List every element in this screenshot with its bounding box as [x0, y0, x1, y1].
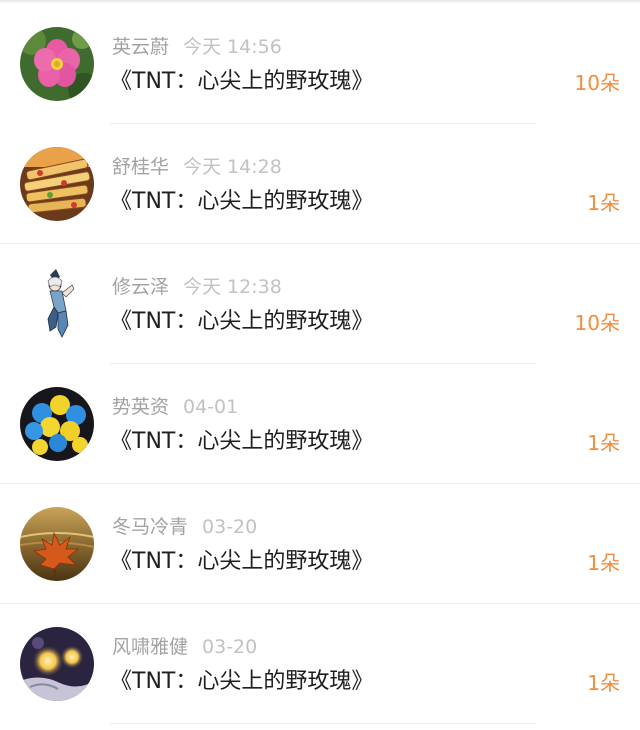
list-item[interactable]: 势英资 04-01 《TNT：心尖上的野玫瑰》 1朵 [0, 364, 640, 484]
list-item[interactable]: 舒桂华 今天 14:28 《TNT：心尖上的野玫瑰》 1朵 [0, 124, 640, 244]
avatar[interactable] [20, 267, 94, 341]
flower-count: 1朵 [587, 431, 620, 455]
book-title[interactable]: 《TNT：心尖上的野玫瑰》 [110, 305, 373, 339]
list-item[interactable]: 修云泽 今天 12:38 《TNT：心尖上的野玫瑰》 10朵 [0, 244, 640, 364]
balloons-avatar-image [20, 387, 94, 461]
username[interactable]: 修云泽 [112, 276, 169, 298]
food-avatar-image [20, 147, 94, 221]
flower-count: 1朵 [587, 551, 620, 575]
timestamp: 04-01 [183, 396, 239, 418]
record-meta: 风啸雅健 03-20 [112, 634, 257, 660]
list-item[interactable]: 冬马冷青 03-20 《TNT：心尖上的野玫瑰》 1朵 [0, 484, 640, 604]
avatar[interactable] [20, 147, 94, 221]
night-lights-avatar-image [20, 627, 94, 701]
timestamp: 今天 14:56 [183, 36, 282, 58]
list-item[interactable]: 风啸雅健 03-20 《TNT：心尖上的野玫瑰》 1朵 [0, 604, 640, 724]
timestamp: 03-20 [202, 516, 258, 538]
record-meta: 舒桂华 今天 14:28 [112, 154, 282, 180]
book-title[interactable]: 《TNT：心尖上的野玫瑰》 [110, 65, 373, 99]
flower-count: 1朵 [587, 191, 620, 215]
flower-count: 1朵 [587, 671, 620, 695]
username[interactable]: 势英资 [112, 396, 169, 418]
username[interactable]: 风啸雅健 [112, 636, 188, 658]
timestamp: 03-20 [202, 636, 258, 658]
username[interactable]: 冬马冷青 [112, 516, 188, 538]
anime-figure-avatar-image [20, 267, 94, 341]
record-meta: 势英资 04-01 [112, 394, 238, 420]
avatar[interactable] [20, 507, 94, 581]
record-meta: 英云蔚 今天 14:56 [112, 34, 282, 60]
book-title[interactable]: 《TNT：心尖上的野玫瑰》 [110, 425, 373, 459]
flower-count: 10朵 [574, 71, 620, 95]
record-meta: 冬马冷青 03-20 [112, 514, 257, 540]
timestamp: 今天 14:28 [183, 156, 282, 178]
record-meta: 修云泽 今天 12:38 [112, 274, 282, 300]
book-title[interactable]: 《TNT：心尖上的野玫瑰》 [110, 545, 373, 579]
book-title[interactable]: 《TNT：心尖上的野玫瑰》 [110, 185, 373, 219]
list-item[interactable]: 英云蔚 今天 14:56 《TNT：心尖上的野玫瑰》 10朵 [0, 4, 640, 124]
flower-count: 10朵 [574, 311, 620, 335]
avatar[interactable] [20, 627, 94, 701]
row-divider [110, 723, 536, 724]
timestamp: 今天 12:38 [183, 276, 282, 298]
book-title[interactable]: 《TNT：心尖上的野玫瑰》 [110, 665, 373, 699]
avatar[interactable] [20, 387, 94, 461]
avatar[interactable] [20, 27, 94, 101]
autumn-leaf-avatar-image [20, 507, 94, 581]
username[interactable]: 舒桂华 [112, 156, 169, 178]
flower-avatar-image [20, 27, 94, 101]
gift-record-list: 英云蔚 今天 14:56 《TNT：心尖上的野玫瑰》 10朵 舒桂华 今天 14… [0, 4, 640, 724]
username[interactable]: 英云蔚 [112, 36, 169, 58]
